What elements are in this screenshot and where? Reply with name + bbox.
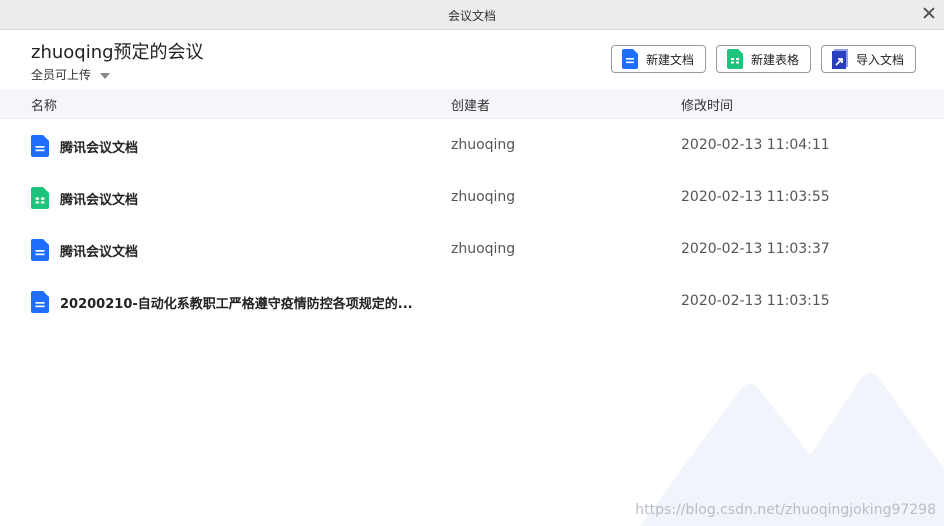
import-icon <box>832 49 848 69</box>
spreadsheet-icon <box>31 187 49 209</box>
window-titlebar: 会议文档 <box>0 0 944 30</box>
new-sheet-button[interactable]: 新建表格 <box>716 45 811 73</box>
watermark-text: https://blog.csdn.net/zhuoqingjoking9729… <box>635 502 936 518</box>
file-modified: 2020-02-13 11:04:11 <box>681 137 830 153</box>
file-modified: 2020-02-13 11:03:15 <box>681 293 830 309</box>
file-modified: 2020-02-13 11:03:37 <box>681 241 830 257</box>
column-creator[interactable]: 创建者 <box>451 95 490 114</box>
column-modified[interactable]: 修改时间 <box>681 95 733 114</box>
spreadsheet-icon <box>727 49 743 69</box>
new-sheet-label: 新建表格 <box>751 52 800 67</box>
file-list-header: 名称 创建者 修改时间 <box>0 89 944 119</box>
permission-dropdown[interactable]: 全员可上传 <box>31 66 111 83</box>
document-icon <box>622 49 638 69</box>
import-doc-label: 导入文档 <box>856 52 905 67</box>
file-creator: zhuoqing <box>451 241 516 257</box>
file-name: 腾讯会议文档 <box>60 141 139 156</box>
background-logo-icon <box>640 373 944 526</box>
document-icon <box>31 135 49 157</box>
window-title: 会议文档 <box>447 9 496 23</box>
file-creator: zhuoqing <box>451 137 516 153</box>
document-icon <box>31 239 49 261</box>
new-doc-button[interactable]: 新建文档 <box>611 45 706 73</box>
file-name: 腾讯会议文档 <box>60 245 139 260</box>
file-row[interactable]: 20200210-自动化系教职工严格遵守疫情防控各项规定的... 2020-02… <box>0 275 944 327</box>
file-row[interactable]: 腾讯会议文档 zhuoqing 2020-02-13 11:03:37 <box>0 223 944 275</box>
caret-down-icon <box>100 72 111 79</box>
file-row[interactable]: 腾讯会议文档 zhuoqing 2020-02-13 11:03:55 <box>0 171 944 223</box>
file-name: 20200210-自动化系教职工严格遵守疫情防控各项规定的... <box>60 297 413 312</box>
page-title: zhuoqing预定的会议 <box>31 42 204 63</box>
permission-label: 全员可上传 <box>31 68 92 82</box>
import-doc-button[interactable]: 导入文档 <box>821 45 916 73</box>
file-creator: zhuoqing <box>451 189 516 205</box>
column-name[interactable]: 名称 <box>31 95 57 114</box>
document-icon <box>31 291 49 313</box>
new-doc-label: 新建文档 <box>646 52 695 67</box>
close-icon[interactable] <box>922 6 936 20</box>
file-row[interactable]: 腾讯会议文档 zhuoqing 2020-02-13 11:04:11 <box>0 119 944 171</box>
file-modified: 2020-02-13 11:03:55 <box>681 189 830 205</box>
file-name: 腾讯会议文档 <box>60 193 139 208</box>
